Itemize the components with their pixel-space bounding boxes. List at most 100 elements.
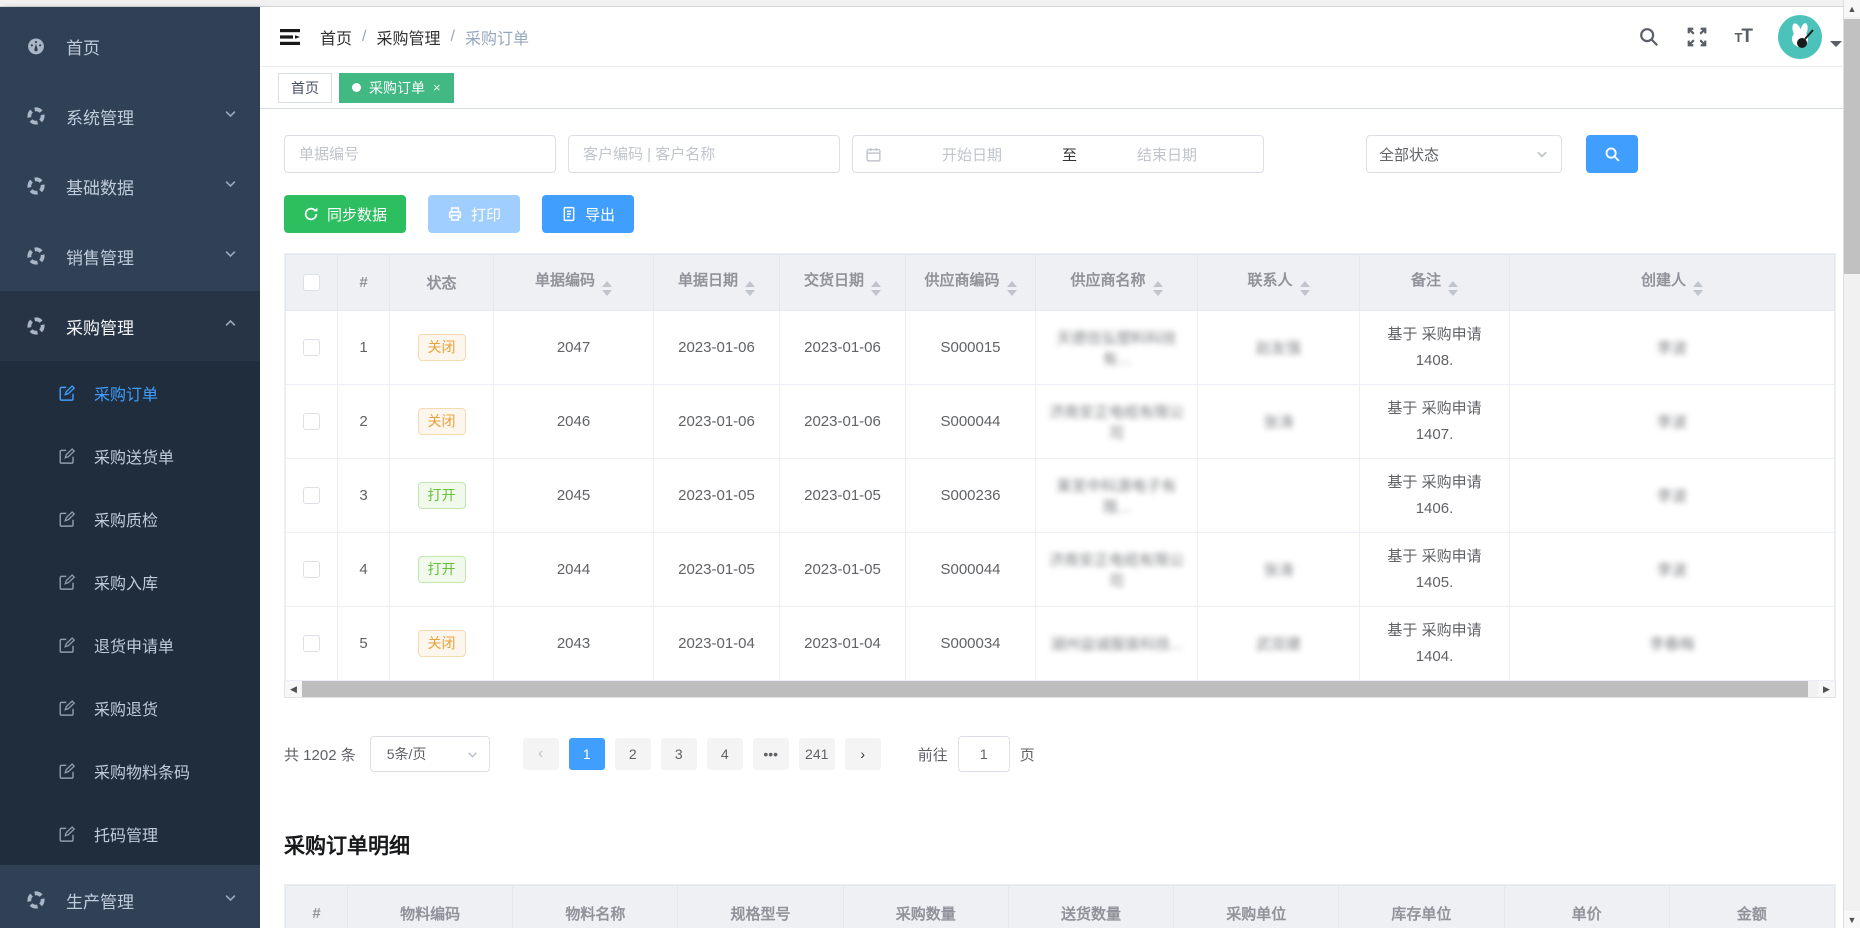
column-header[interactable]: 供应商编码 bbox=[906, 255, 1036, 311]
column-header[interactable]: 单据日期 bbox=[654, 255, 780, 311]
sort-caret-icon[interactable] bbox=[1300, 281, 1310, 296]
horizontal-scrollbar[interactable]: ◀ ▶ bbox=[284, 681, 1836, 698]
chevron-down-icon bbox=[466, 748, 479, 761]
supplier-name-cell: 天德信弘塑料科技有... bbox=[1036, 311, 1198, 385]
search-icon[interactable] bbox=[1638, 26, 1660, 48]
sort-caret-icon[interactable] bbox=[602, 281, 612, 296]
column-header[interactable]: 供应商名称 bbox=[1036, 255, 1198, 311]
toolbar: 同步数据 打印 导出 bbox=[284, 195, 1836, 233]
row-checkbox[interactable] bbox=[303, 561, 320, 578]
sort-caret-icon[interactable] bbox=[745, 281, 755, 296]
page-button-4[interactable]: 4 bbox=[707, 738, 743, 770]
vertical-scrollbar[interactable]: ▲ ▼ bbox=[1843, 0, 1860, 928]
order-row[interactable]: 2关闭20462023-01-062023-01-06S000044济南安正电缆… bbox=[286, 385, 1835, 459]
close-icon[interactable]: × bbox=[433, 80, 441, 95]
end-date-placeholder[interactable]: 结束日期 bbox=[1083, 144, 1251, 165]
scroll-up-arrow-icon[interactable]: ▲ bbox=[1844, 0, 1860, 17]
more-pages-button[interactable]: ••• bbox=[753, 738, 789, 770]
page-button-3[interactable]: 3 bbox=[661, 738, 697, 770]
sort-caret-icon[interactable] bbox=[871, 281, 881, 296]
horizontal-scroll-thumb[interactable] bbox=[302, 681, 1808, 697]
sidebar-fold-icon[interactable] bbox=[278, 25, 302, 49]
column-header[interactable]: 联系人 bbox=[1198, 255, 1360, 311]
user-menu[interactable] bbox=[1778, 15, 1842, 59]
sidebar-item-purchase-qc[interactable]: 采购质检 bbox=[0, 487, 260, 550]
order-row[interactable]: 5关闭20432023-01-042023-01-04S000034湖州益诚服装… bbox=[286, 607, 1835, 681]
sidebar-item-production[interactable]: 生产管理 bbox=[0, 865, 260, 928]
select-all-checkbox[interactable] bbox=[303, 274, 320, 291]
column-header: # bbox=[338, 255, 390, 311]
printer-icon bbox=[447, 206, 463, 222]
sidebar-item-base-data[interactable]: 基础数据 bbox=[0, 151, 260, 221]
pagination-total: 共 1202 条 bbox=[284, 744, 356, 765]
sort-caret-icon[interactable] bbox=[1448, 281, 1458, 296]
sort-caret-icon[interactable] bbox=[1007, 281, 1017, 296]
customer-input[interactable] bbox=[568, 135, 840, 173]
edit-icon bbox=[58, 384, 76, 402]
sidebar-item-purchase-return[interactable]: 采购退货 bbox=[0, 676, 260, 739]
print-button[interactable]: 打印 bbox=[428, 195, 520, 233]
tab-purchase-order[interactable]: 采购订单× bbox=[339, 73, 454, 103]
order-row[interactable]: 3打开20452023-01-052023-01-05S000236莱芜中科源电… bbox=[286, 459, 1835, 533]
page-size-select[interactable]: 5条/页 bbox=[370, 736, 490, 772]
page-button-1[interactable]: 1 bbox=[569, 738, 605, 770]
column-header[interactable]: 单据编码 bbox=[494, 255, 654, 311]
breadcrumb: 首页/采购管理/采购订单 bbox=[320, 25, 529, 49]
search-button[interactable] bbox=[1586, 135, 1638, 173]
tab-home[interactable]: 首页 bbox=[278, 73, 332, 103]
scroll-right-arrow-icon[interactable]: ▶ bbox=[1818, 681, 1835, 697]
doc-date-cell: 2023-01-06 bbox=[654, 311, 780, 385]
fullscreen-icon[interactable] bbox=[1686, 26, 1708, 48]
status-badge: 关闭 bbox=[418, 408, 466, 436]
sidebar-item-purchase[interactable]: 采购管理 bbox=[0, 291, 260, 361]
supplier-code-cell: S000034 bbox=[906, 607, 1036, 681]
sidebar-item-sales[interactable]: 销售管理 bbox=[0, 221, 260, 291]
sidebar-item-home[interactable]: 首页 bbox=[0, 11, 260, 81]
creator-cell: 李波 bbox=[1510, 459, 1835, 533]
next-page-button[interactable]: › bbox=[845, 738, 881, 770]
sort-caret-icon[interactable] bbox=[1693, 281, 1703, 296]
sidebar-item-pallet-code[interactable]: 托码管理 bbox=[0, 802, 260, 865]
row-checkbox[interactable] bbox=[303, 635, 320, 652]
breadcrumb-item[interactable]: 采购管理 bbox=[376, 25, 440, 49]
sidebar-item-system[interactable]: 系统管理 bbox=[0, 81, 260, 151]
user-avatar[interactable] bbox=[1778, 15, 1822, 59]
export-button[interactable]: 导出 bbox=[542, 195, 634, 233]
doc-no-input[interactable] bbox=[284, 135, 556, 173]
sidebar-item-purchase-inbound[interactable]: 采购入库 bbox=[0, 550, 260, 613]
status-select[interactable]: 全部状态 bbox=[1366, 135, 1562, 173]
goto-page-input[interactable] bbox=[958, 736, 1010, 772]
column-header[interactable]: 创建人 bbox=[1510, 255, 1835, 311]
detail-section-title: 采购订单明细 bbox=[284, 830, 1836, 860]
sidebar-item-purchase-material-barcode[interactable]: 采购物料条码 bbox=[0, 739, 260, 802]
detail-column-header: 库存单位 bbox=[1339, 886, 1504, 928]
page-button-241[interactable]: 241 bbox=[799, 738, 835, 770]
sidebar-item-purchase-delivery[interactable]: 采购送货单 bbox=[0, 424, 260, 487]
column-header[interactable]: 备注 bbox=[1360, 255, 1510, 311]
chevron-down-icon bbox=[1830, 41, 1842, 53]
start-date-placeholder[interactable]: 开始日期 bbox=[888, 144, 1056, 165]
prev-page-button[interactable]: ‹ bbox=[523, 738, 559, 770]
sidebar-item-purchase-order[interactable]: 采购订单 bbox=[0, 361, 260, 424]
font-size-icon[interactable]: TT bbox=[1734, 26, 1752, 48]
breadcrumb-item[interactable]: 首页 bbox=[320, 25, 352, 49]
sidebar-item-label: 退货申请单 bbox=[94, 633, 174, 657]
sidebar-item-return-request[interactable]: 退货申请单 bbox=[0, 613, 260, 676]
date-range-picker[interactable]: 开始日期 至 结束日期 bbox=[852, 135, 1264, 173]
row-index: 4 bbox=[338, 533, 390, 607]
row-checkbox[interactable] bbox=[303, 413, 320, 430]
scroll-left-arrow-icon[interactable]: ◀ bbox=[285, 681, 302, 697]
page-button-2[interactable]: 2 bbox=[615, 738, 651, 770]
column-header[interactable]: 交货日期 bbox=[780, 255, 906, 311]
orders-table-wrapper: #状态单据编码单据日期交货日期供应商编码供应商名称联系人备注创建人 1关闭204… bbox=[284, 253, 1836, 681]
order-row[interactable]: 1关闭20472023-01-062023-01-06S000015天德信弘塑料… bbox=[286, 311, 1835, 385]
scroll-down-arrow-icon[interactable]: ▼ bbox=[1844, 911, 1860, 928]
row-checkbox[interactable] bbox=[303, 339, 320, 356]
sort-caret-icon[interactable] bbox=[1153, 281, 1163, 296]
creator-cell: 李春梅 bbox=[1510, 607, 1835, 681]
row-checkbox[interactable] bbox=[303, 487, 320, 504]
vertical-scroll-thumb[interactable] bbox=[1844, 19, 1860, 274]
sync-data-button[interactable]: 同步数据 bbox=[284, 195, 406, 233]
contact-cell: 赵友强 bbox=[1198, 311, 1360, 385]
order-row[interactable]: 4打开20442023-01-052023-01-05S000044济南安正电缆… bbox=[286, 533, 1835, 607]
